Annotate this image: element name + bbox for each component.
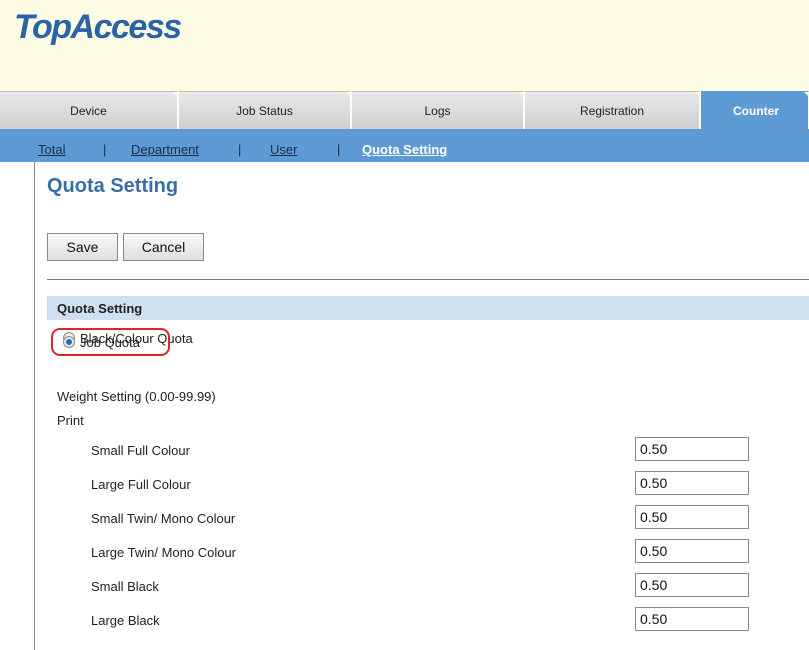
divider bbox=[47, 279, 809, 280]
small-twin-mono-colour-input[interactable] bbox=[635, 505, 749, 529]
section-header: Quota Setting bbox=[47, 296, 809, 320]
setting-label: Small Twin/ Mono Colour bbox=[91, 511, 236, 526]
setting-row: Small Full Colour bbox=[91, 437, 751, 461]
setting-label: Small Full Colour bbox=[91, 443, 190, 458]
cancel-button[interactable]: Cancel bbox=[123, 233, 204, 261]
subnav-separator: | bbox=[238, 142, 242, 157]
section-title: Quota Setting bbox=[57, 301, 143, 316]
left-border bbox=[34, 162, 35, 650]
radio-job-quota[interactable]: Job Quota bbox=[63, 335, 163, 351]
page-title: Quota Setting bbox=[47, 175, 179, 197]
weight-setting-label: Weight Setting (0.00-99.99) bbox=[57, 389, 216, 404]
logo: TopAccess bbox=[14, 8, 182, 46]
radio-button-checked[interactable] bbox=[63, 336, 75, 348]
sub-navigation: Total | Department | User | Quota Settin… bbox=[0, 129, 809, 162]
tab-logs[interactable]: Logs bbox=[352, 91, 525, 129]
tab-job-status[interactable]: Job Status bbox=[179, 91, 352, 129]
save-button[interactable]: Save bbox=[47, 233, 118, 261]
tab-counter[interactable]: Counter bbox=[701, 91, 809, 129]
setting-row: Large Full Colour bbox=[91, 471, 751, 495]
header: TopAccess bbox=[0, 0, 809, 91]
subnav-department[interactable]: Department bbox=[131, 142, 199, 157]
large-full-colour-input[interactable] bbox=[635, 471, 749, 495]
small-black-input[interactable] bbox=[635, 573, 749, 597]
small-full-colour-input[interactable] bbox=[635, 437, 749, 461]
subnav-separator: | bbox=[337, 142, 341, 157]
tab-registration[interactable]: Registration bbox=[525, 91, 701, 129]
setting-row: Large Twin/ Mono Colour bbox=[91, 539, 751, 563]
setting-label: Large Twin/ Mono Colour bbox=[91, 545, 237, 560]
subnav-separator: | bbox=[103, 142, 107, 157]
tab-device[interactable]: Device bbox=[0, 91, 179, 129]
setting-label: Small Black bbox=[91, 579, 159, 594]
print-label: Print bbox=[57, 413, 84, 428]
setting-row: Large Black bbox=[91, 607, 751, 631]
subnav-user[interactable]: User bbox=[270, 142, 297, 157]
setting-row: Small Black bbox=[91, 573, 751, 597]
subnav-total[interactable]: Total bbox=[38, 142, 65, 157]
radio-label: Job Quota bbox=[80, 335, 140, 350]
large-black-input[interactable] bbox=[635, 607, 749, 631]
main-tabs: Device Job Status Logs Registration Coun… bbox=[0, 91, 809, 129]
setting-row: Small Twin/ Mono Colour bbox=[91, 505, 751, 529]
setting-label: Large Full Colour bbox=[91, 477, 191, 492]
setting-label: Large Black bbox=[91, 613, 160, 628]
subnav-quota-setting[interactable]: Quota Setting bbox=[362, 142, 447, 157]
large-twin-mono-colour-input[interactable] bbox=[635, 539, 749, 563]
